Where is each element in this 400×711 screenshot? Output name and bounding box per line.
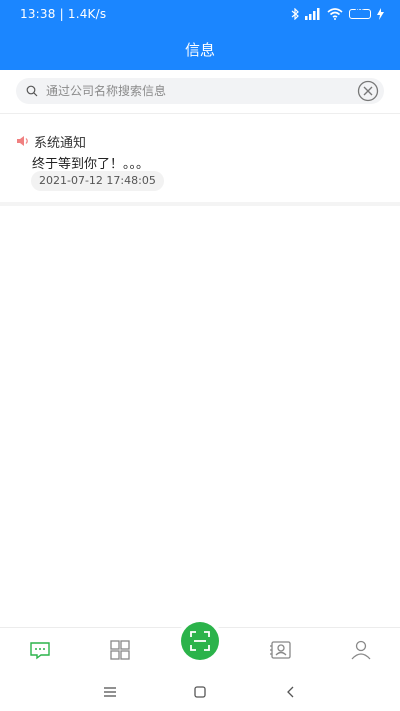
clear-icon[interactable]: [357, 80, 379, 102]
search-bar: [0, 70, 400, 114]
speaker-icon: [17, 136, 28, 146]
system-home-button[interactable]: [191, 683, 209, 701]
divider: [0, 202, 400, 206]
menu-icon: [104, 687, 116, 697]
bottom-nav: [0, 622, 400, 674]
notice-title: 系统通知: [34, 136, 87, 151]
nav-contacts[interactable]: [269, 638, 293, 662]
scan-button[interactable]: [181, 622, 219, 660]
status-icons: 85: [291, 5, 384, 23]
system-menu-button[interactable]: [101, 683, 119, 701]
status-time-speed: 13:38 | 1.4K/s: [20, 7, 107, 21]
bluetooth-icon: [291, 8, 299, 20]
user-icon: [351, 640, 371, 660]
back-icon: [287, 686, 294, 698]
home-icon: [194, 686, 206, 698]
nav-apps[interactable]: [108, 638, 132, 662]
notice-body: 终于等到你了！。。。: [32, 157, 150, 172]
page-title: 信息: [184, 40, 215, 59]
scan-icon: [190, 631, 210, 651]
divider: [0, 113, 400, 114]
search-icon: [26, 85, 38, 97]
system-back-button[interactable]: [282, 683, 300, 701]
message-icon: [30, 642, 50, 660]
charging-icon: [377, 8, 384, 20]
system-nav-bar: [0, 673, 400, 711]
wifi-icon: [327, 8, 343, 20]
contact-card-icon: [270, 641, 291, 659]
grid-icon: [110, 640, 130, 660]
search-box[interactable]: [16, 78, 384, 104]
signal-icon: [305, 8, 321, 20]
nav-profile[interactable]: [349, 638, 373, 662]
app-header: 13:38 | 1.4K/s 85 信息: [0, 0, 400, 70]
search-input[interactable]: [44, 83, 348, 99]
battery-icon: 85: [349, 7, 371, 19]
list-item[interactable]: 系统通知 终于等到你了！。。。 2021-07-12 17:48:05: [0, 124, 400, 202]
title-bar: 信息: [0, 28, 400, 70]
battery-level-text: 85: [355, 7, 365, 15]
status-bar: 13:38 | 1.4K/s 85: [0, 0, 400, 28]
nav-messages[interactable]: [28, 638, 52, 662]
notice-time-badge: 2021-07-12 17:48:05: [31, 171, 164, 191]
